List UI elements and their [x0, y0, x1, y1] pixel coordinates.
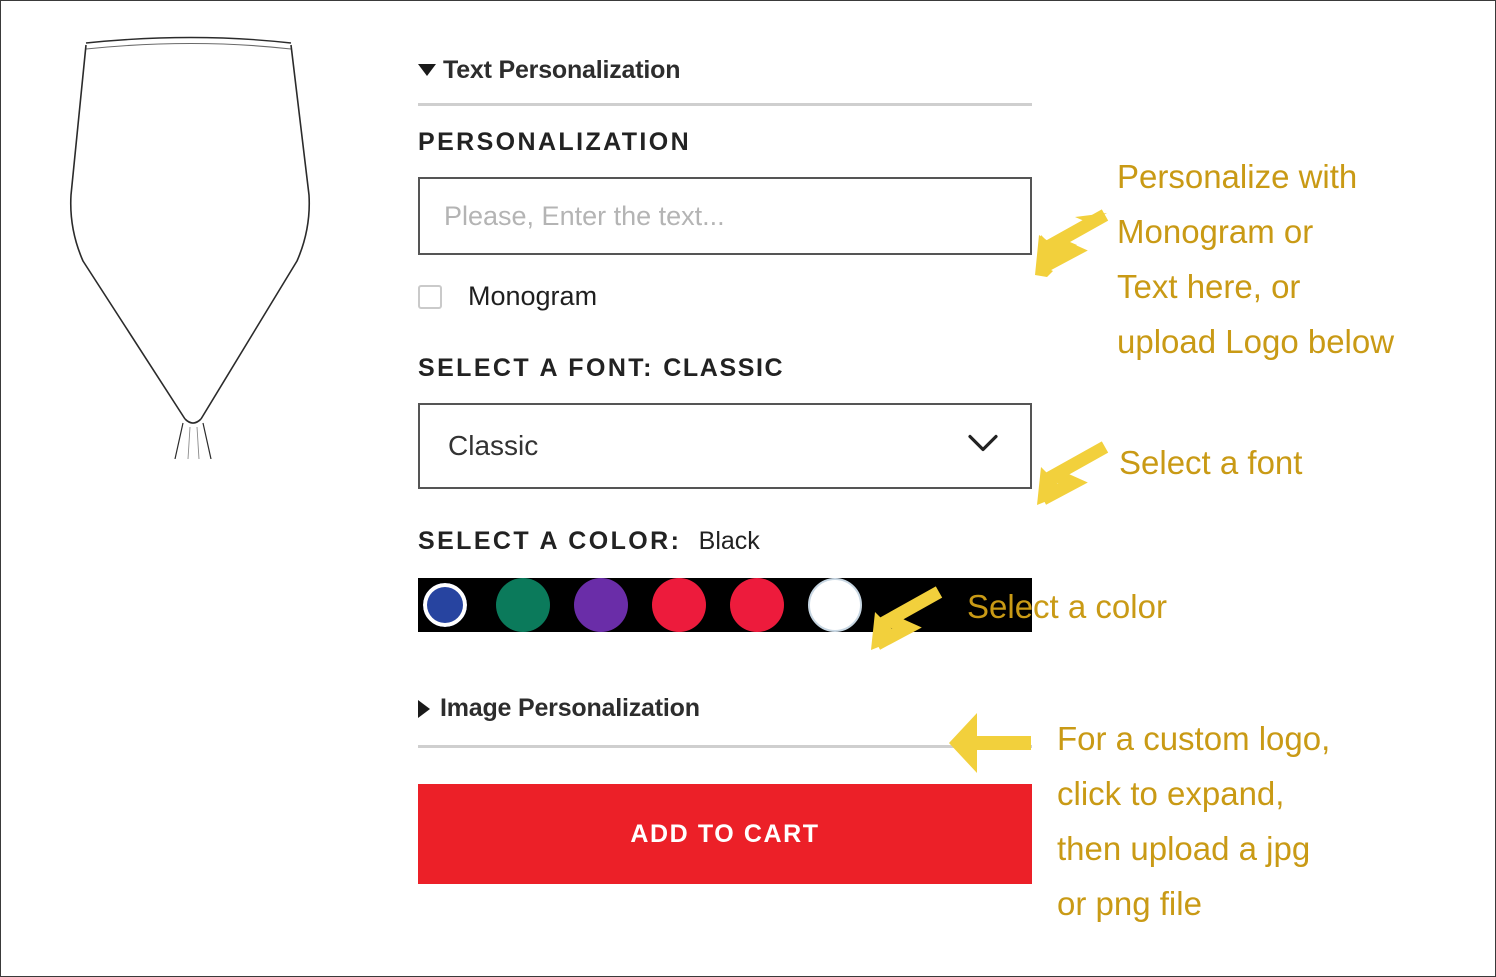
color-swatch-white[interactable]	[808, 578, 862, 632]
annotation-arrow-4	[947, 709, 1033, 777]
font-select[interactable]: Classic	[418, 403, 1032, 489]
monogram-checkbox-row[interactable]: Monogram	[418, 281, 1032, 312]
color-swatch-red[interactable]	[730, 578, 784, 632]
annotation-text-2: Select a font	[1119, 444, 1303, 481]
image-personalization-toggle[interactable]: Image Personalization	[418, 694, 1032, 723]
font-selected-upper: CLASSIC	[663, 354, 785, 382]
product-image-wine-glass	[23, 19, 363, 459]
annotation-text-1: Personalize with Monogram or Text here, …	[1117, 158, 1395, 360]
annotation-text-4: For a custom logo, click to expand, then…	[1057, 720, 1331, 922]
caret-right-icon	[418, 699, 430, 718]
color-swatch-green[interactable]	[574, 578, 628, 632]
font-label: SELECT A FONT: CLASSIC	[418, 354, 1032, 383]
color-label-text: SELECT A COLOR:	[418, 527, 682, 555]
text-personalization-title: Text Personalization	[443, 56, 681, 84]
personalization-panel: Text Personalization PERSONALIZATION Mon…	[418, 56, 1032, 884]
color-swatch-black[interactable]	[418, 578, 472, 632]
caret-down-icon	[418, 64, 436, 76]
annotation-arrow-1	[1033, 209, 1109, 281]
annotation-arrow-2	[1033, 441, 1109, 513]
color-label: SELECT A COLOR: Black	[418, 527, 1032, 556]
image-personalization-title: Image Personalization	[440, 694, 700, 722]
font-select-value: Classic	[448, 430, 539, 461]
chevron-down-icon	[968, 434, 998, 458]
personalization-label: PERSONALIZATION	[418, 128, 692, 156]
annotation-arrow-3	[867, 586, 943, 658]
divider-top	[418, 103, 1032, 106]
add-to-cart-button[interactable]: ADD TO CART	[418, 784, 1032, 884]
monogram-checkbox[interactable]	[418, 284, 442, 309]
text-personalization-toggle[interactable]: Text Personalization	[418, 56, 1032, 85]
color-selected-name: Black	[698, 527, 760, 555]
font-label-text: SELECT A FONT:	[418, 354, 654, 382]
screenshot-root: Text Personalization PERSONALIZATION Mon…	[0, 0, 1496, 977]
annotation-text-3: Select a color	[967, 588, 1167, 625]
monogram-label: Monogram	[468, 281, 598, 311]
personalization-text-input[interactable]	[418, 177, 1032, 255]
color-swatch-blue[interactable]	[496, 578, 550, 632]
color-swatch-purple[interactable]	[652, 578, 706, 632]
divider-bottom	[418, 745, 1032, 748]
